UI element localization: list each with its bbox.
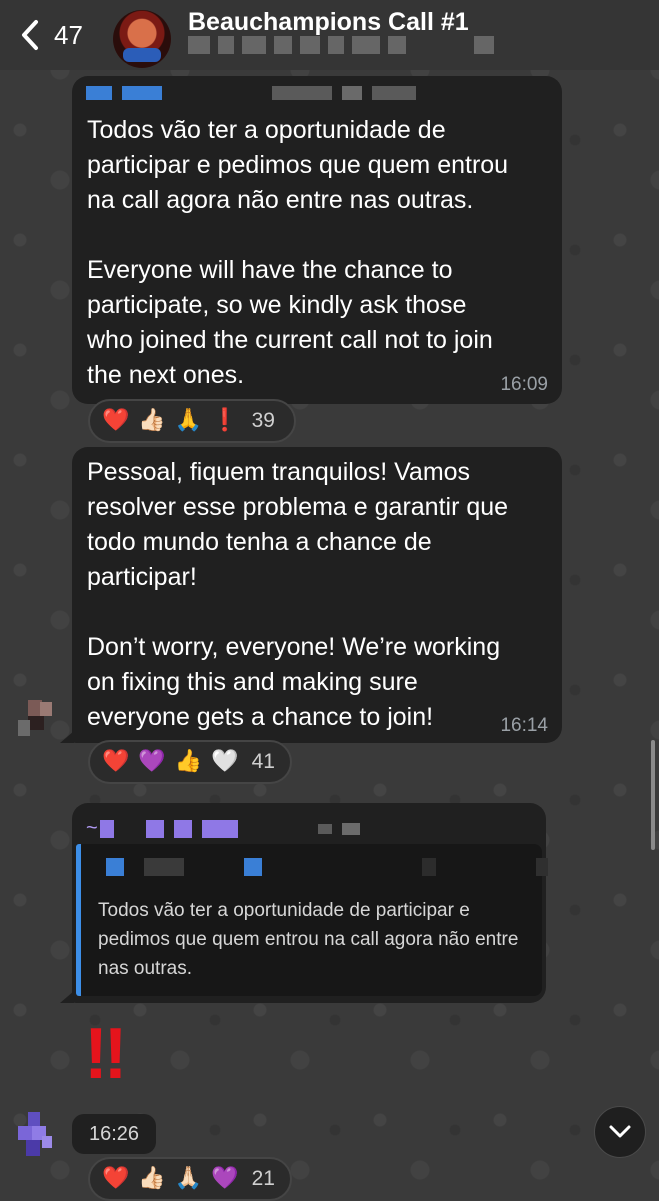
message-text: Pessoal, fiquem tranquilos! Vamos resolv… [87, 458, 509, 731]
thumbs-up-emoji: 👍 [174, 749, 203, 774]
message-text: Todos vão ter a oportunidade de particip… [87, 116, 509, 389]
bubble-tail [60, 731, 74, 743]
message-time: 16:09 [500, 374, 548, 395]
scroll-to-bottom-button[interactable] [594, 1106, 646, 1158]
quoted-sender-redacted [106, 858, 548, 876]
thumbs-up-emoji: 👍🏻 [138, 1166, 166, 1191]
bubble-tail [60, 991, 74, 1003]
sender-avatar-redacted[interactable] [10, 700, 52, 744]
reactions-bar[interactable]: ❤️ 👍🏻 🙏🏻 💜 21 [88, 1157, 292, 1201]
reaction-count: 39 [251, 409, 275, 432]
chat-title[interactable]: Beauchampions Call #1 [188, 8, 469, 37]
message-bubble[interactable]: Todos vão ter a oportunidade de particip… [72, 76, 562, 404]
members-subtitle-redacted [188, 36, 494, 54]
chevron-left-icon[interactable] [16, 18, 46, 52]
quote-accent-bar [76, 844, 81, 996]
thumbs-up-emoji: 👍🏻 [138, 408, 166, 433]
chevron-down-icon [609, 1125, 631, 1138]
sender-name-redacted: ~ [86, 817, 360, 840]
double-exclamation-emoji: ‼ [84, 1014, 132, 1094]
pray-emoji: 🙏 [174, 408, 203, 433]
reactions-bar[interactable]: ❤️ 💜 👍 🤍 41 [88, 740, 292, 784]
purple-heart-emoji: 💜 [138, 749, 166, 774]
purple-heart-emoji: 💜 [211, 1166, 239, 1191]
scrollbar[interactable] [651, 740, 655, 850]
reaction-count: 21 [251, 1167, 275, 1190]
reactions-bar[interactable]: ❤️ 👍🏻 🙏 ❗ 39 [88, 399, 296, 443]
chat-header: 47 Beauchampions Call #1 [0, 0, 659, 70]
heart-emoji: ❤️ [102, 1166, 130, 1191]
pray-emoji: 🙏🏻 [174, 1166, 203, 1191]
exclamation-emoji: ❗ [211, 408, 239, 433]
quoted-message[interactable]: Todos vão ter a oportunidade de particip… [76, 844, 548, 996]
message-time: 16:14 [500, 715, 548, 736]
reaction-count: 41 [251, 750, 275, 773]
heart-emoji: ❤️ [102, 408, 130, 433]
group-avatar[interactable] [113, 10, 171, 68]
unread-count[interactable]: 47 [54, 20, 83, 51]
message-time: 16:26 [72, 1114, 156, 1154]
white-heart-emoji: 🤍 [211, 749, 239, 774]
sender-name-redacted [86, 86, 416, 100]
quoted-text: Todos vão ter a oportunidade de particip… [98, 900, 519, 979]
sender-prefix: ~ [86, 817, 98, 839]
message-bubble[interactable]: Pessoal, fiquem tranquilos! Vamos resolv… [72, 447, 562, 743]
sender-avatar-redacted[interactable] [8, 1112, 58, 1168]
heart-emoji: ❤️ [102, 749, 130, 774]
